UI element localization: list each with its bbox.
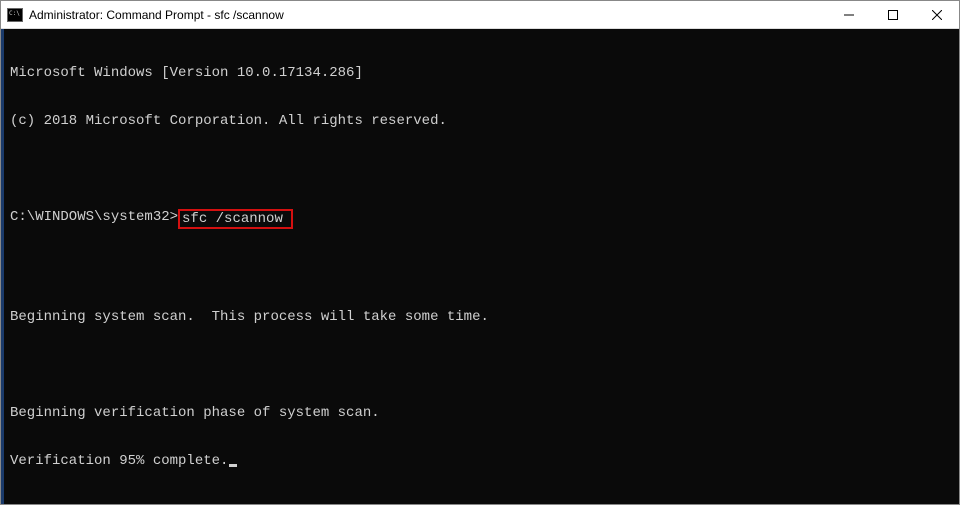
verify-begin-line: Beginning verification phase of system s… [10, 405, 953, 421]
minimize-button[interactable] [827, 1, 871, 28]
progress-line: Verification 95% complete. [10, 453, 953, 469]
maximize-icon [888, 10, 898, 20]
command-text: sfc /scannow [182, 211, 283, 227]
command-prompt-window: Administrator: Command Prompt - sfc /sca… [0, 0, 960, 505]
window-controls [827, 1, 959, 28]
blank-line [10, 161, 953, 177]
progress-text: Verification 95% complete. [10, 453, 228, 469]
close-button[interactable] [915, 1, 959, 28]
cmd-icon [7, 8, 23, 22]
prompt-line: C:\WINDOWS\system32>sfc /scannow [10, 209, 953, 229]
version-line: Microsoft Windows [Version 10.0.17134.28… [10, 65, 953, 81]
prompt-text: C:\WINDOWS\system32> [10, 209, 178, 225]
cursor [229, 464, 237, 467]
blank-line [10, 357, 953, 373]
copyright-line: (c) 2018 Microsoft Corporation. All righ… [10, 113, 953, 129]
minimize-icon [844, 10, 854, 20]
blank-line [10, 261, 953, 277]
window-title: Administrator: Command Prompt - sfc /sca… [29, 8, 827, 22]
command-highlight: sfc /scannow [178, 209, 293, 229]
maximize-button[interactable] [871, 1, 915, 28]
titlebar[interactable]: Administrator: Command Prompt - sfc /sca… [1, 1, 959, 29]
close-icon [932, 10, 942, 20]
terminal-area[interactable]: Microsoft Windows [Version 10.0.17134.28… [1, 29, 959, 504]
scan-begin-line: Beginning system scan. This process will… [10, 309, 953, 325]
